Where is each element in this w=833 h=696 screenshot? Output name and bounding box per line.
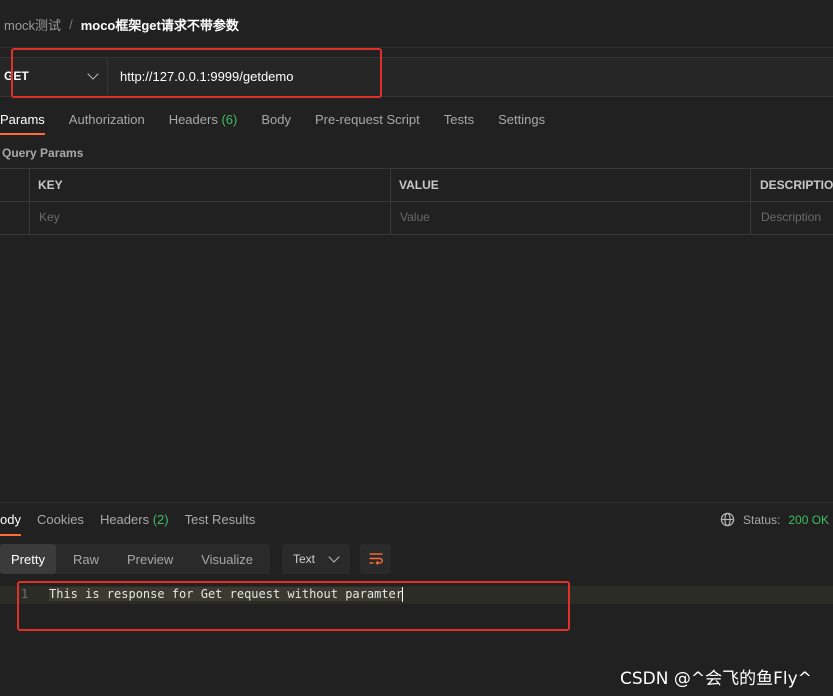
watermark: CSDN @^会飞的鱼Fly^ <box>620 669 812 689</box>
column-header-description: DESCRIPTION <box>760 178 833 192</box>
key-input[interactable]: Key <box>39 210 60 224</box>
value-input[interactable]: Value <box>400 210 430 224</box>
request-tabs: Params Authorization Headers (6) Body Pr… <box>0 112 569 135</box>
request-title[interactable]: moco框架get请求不带参数 <box>81 15 239 34</box>
word-wrap-button[interactable] <box>360 544 391 574</box>
tab-headers[interactable]: Headers (6) <box>169 112 238 135</box>
format-select[interactable]: Text <box>282 544 350 574</box>
breadcrumb-collection[interactable]: mock测试 <box>4 15 61 34</box>
response-tab-cookies[interactable]: Cookies <box>37 512 84 536</box>
view-raw[interactable]: Raw <box>62 544 110 574</box>
highlight-box-url <box>11 48 382 98</box>
view-preview[interactable]: Preview <box>116 544 184 574</box>
chevron-down-icon <box>328 551 340 563</box>
view-mode-selector: Pretty Raw Preview Visualize <box>0 544 271 574</box>
status-value: 200 OK <box>788 512 830 527</box>
column-header-key: KEY <box>38 178 63 192</box>
tab-authorization[interactable]: Authorization <box>69 112 145 135</box>
tab-settings[interactable]: Settings <box>498 112 545 135</box>
view-visualize[interactable]: Visualize <box>190 544 264 574</box>
tab-body[interactable]: Body <box>261 112 291 135</box>
breadcrumb-separator: / <box>69 17 73 32</box>
tab-params[interactable]: Params <box>0 112 45 135</box>
description-input[interactable]: Description <box>761 210 821 224</box>
breadcrumb: mock测试 / moco框架get请求不带参数 <box>4 15 239 34</box>
response-tab-test-results[interactable]: Test Results <box>185 512 256 536</box>
response-divider[interactable] <box>0 502 833 503</box>
globe-icon[interactable] <box>720 512 735 527</box>
response-tabs: ody Cookies Headers (2) Test Results <box>0 512 271 536</box>
word-wrap-icon <box>369 553 383 565</box>
response-status: Status: 200 OK <box>720 512 829 527</box>
column-header-value: VALUE <box>399 178 439 192</box>
response-tab-headers[interactable]: Headers (2) <box>100 512 169 536</box>
format-label: Text <box>293 552 316 566</box>
status-label: Status: <box>743 512 781 527</box>
highlight-box-response <box>17 581 570 631</box>
response-headers-count: (2) <box>152 512 169 527</box>
headers-count: (6) <box>221 112 238 127</box>
tab-pre-request-script[interactable]: Pre-request Script <box>315 112 420 135</box>
response-tab-body[interactable]: ody <box>0 512 21 536</box>
view-pretty[interactable]: Pretty <box>0 544 56 574</box>
tab-tests[interactable]: Tests <box>444 112 474 135</box>
query-params-title: Query Params <box>2 146 84 160</box>
